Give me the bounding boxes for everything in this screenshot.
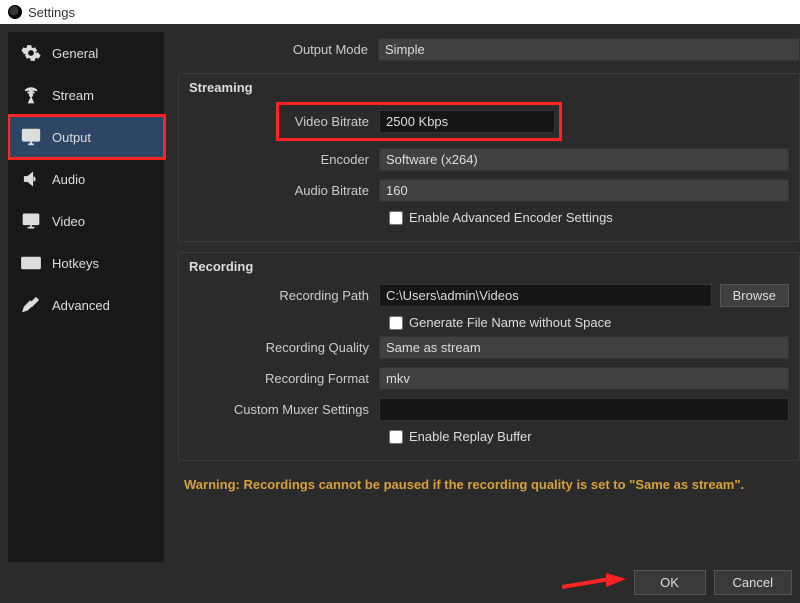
video-bitrate-input[interactable] bbox=[379, 110, 555, 133]
video-bitrate-highlight: Video Bitrate bbox=[279, 105, 559, 138]
content-panel: Output Mode Simple Streaming Video Bitra… bbox=[164, 32, 800, 562]
keyboard-icon bbox=[20, 252, 42, 274]
replay-buffer-checkbox[interactable] bbox=[389, 430, 403, 444]
muxer-label: Custom Muxer Settings bbox=[179, 402, 379, 417]
warning-text: Warning: Recordings cannot be paused if … bbox=[184, 477, 800, 492]
sidebar-item-hotkeys[interactable]: Hotkeys bbox=[8, 242, 164, 284]
recording-title: Recording bbox=[189, 259, 789, 274]
titlebar: Settings bbox=[0, 0, 800, 24]
sidebar-item-advanced[interactable]: Advanced bbox=[8, 284, 164, 326]
gear-icon bbox=[20, 42, 42, 64]
sidebar-item-output[interactable]: Output bbox=[8, 116, 164, 158]
streaming-title: Streaming bbox=[189, 80, 789, 95]
sidebar-item-video[interactable]: Video bbox=[8, 200, 164, 242]
footer: OK Cancel bbox=[8, 562, 800, 603]
sidebar: General Stream Output Audio bbox=[8, 32, 164, 562]
sidebar-item-label: Audio bbox=[52, 172, 85, 187]
encoder-label: Encoder bbox=[179, 152, 379, 167]
recording-format-select[interactable]: mkv bbox=[379, 367, 789, 390]
sidebar-item-label: Stream bbox=[52, 88, 94, 103]
encoder-select[interactable]: Software (x264) bbox=[379, 148, 789, 171]
tools-icon bbox=[20, 294, 42, 316]
monitor-arrow-icon bbox=[20, 126, 42, 148]
replay-buffer-label: Enable Replay Buffer bbox=[409, 429, 532, 444]
app-icon bbox=[8, 5, 22, 19]
video-bitrate-label: Video Bitrate bbox=[283, 114, 379, 129]
muxer-input[interactable] bbox=[379, 398, 789, 421]
window-title: Settings bbox=[28, 5, 75, 20]
sidebar-item-general[interactable]: General bbox=[8, 32, 164, 74]
recording-path-label: Recording Path bbox=[179, 288, 379, 303]
recording-path-input[interactable] bbox=[379, 284, 712, 307]
sidebar-item-label: General bbox=[52, 46, 98, 61]
gen-filename-label: Generate File Name without Space bbox=[409, 315, 611, 330]
sidebar-item-stream[interactable]: Stream bbox=[8, 74, 164, 116]
recording-group: Recording Recording Path Browse Generate… bbox=[178, 252, 800, 461]
recording-quality-select[interactable]: Same as stream bbox=[379, 336, 789, 359]
browse-button[interactable]: Browse bbox=[720, 284, 789, 307]
output-mode-select[interactable]: Simple bbox=[378, 38, 800, 61]
antenna-icon bbox=[20, 84, 42, 106]
enable-advanced-encoder-label: Enable Advanced Encoder Settings bbox=[409, 210, 613, 225]
sidebar-item-audio[interactable]: Audio bbox=[8, 158, 164, 200]
sidebar-item-label: Video bbox=[52, 214, 85, 229]
speaker-icon bbox=[20, 168, 42, 190]
enable-advanced-encoder-checkbox[interactable] bbox=[389, 211, 403, 225]
red-arrow-annotation bbox=[560, 569, 630, 593]
monitor-icon bbox=[20, 210, 42, 232]
audio-bitrate-select[interactable]: 160 bbox=[379, 179, 789, 202]
ok-button[interactable]: OK bbox=[634, 570, 706, 595]
sidebar-item-label: Output bbox=[52, 130, 91, 145]
sidebar-item-label: Advanced bbox=[52, 298, 110, 313]
output-mode-label: Output Mode bbox=[178, 42, 378, 57]
audio-bitrate-label: Audio Bitrate bbox=[179, 183, 379, 198]
recording-quality-label: Recording Quality bbox=[179, 340, 379, 355]
sidebar-item-label: Hotkeys bbox=[52, 256, 99, 271]
recording-format-label: Recording Format bbox=[179, 371, 379, 386]
streaming-group: Streaming Video Bitrate Encoder Software… bbox=[178, 73, 800, 242]
cancel-button[interactable]: Cancel bbox=[714, 570, 792, 595]
gen-filename-checkbox[interactable] bbox=[389, 316, 403, 330]
